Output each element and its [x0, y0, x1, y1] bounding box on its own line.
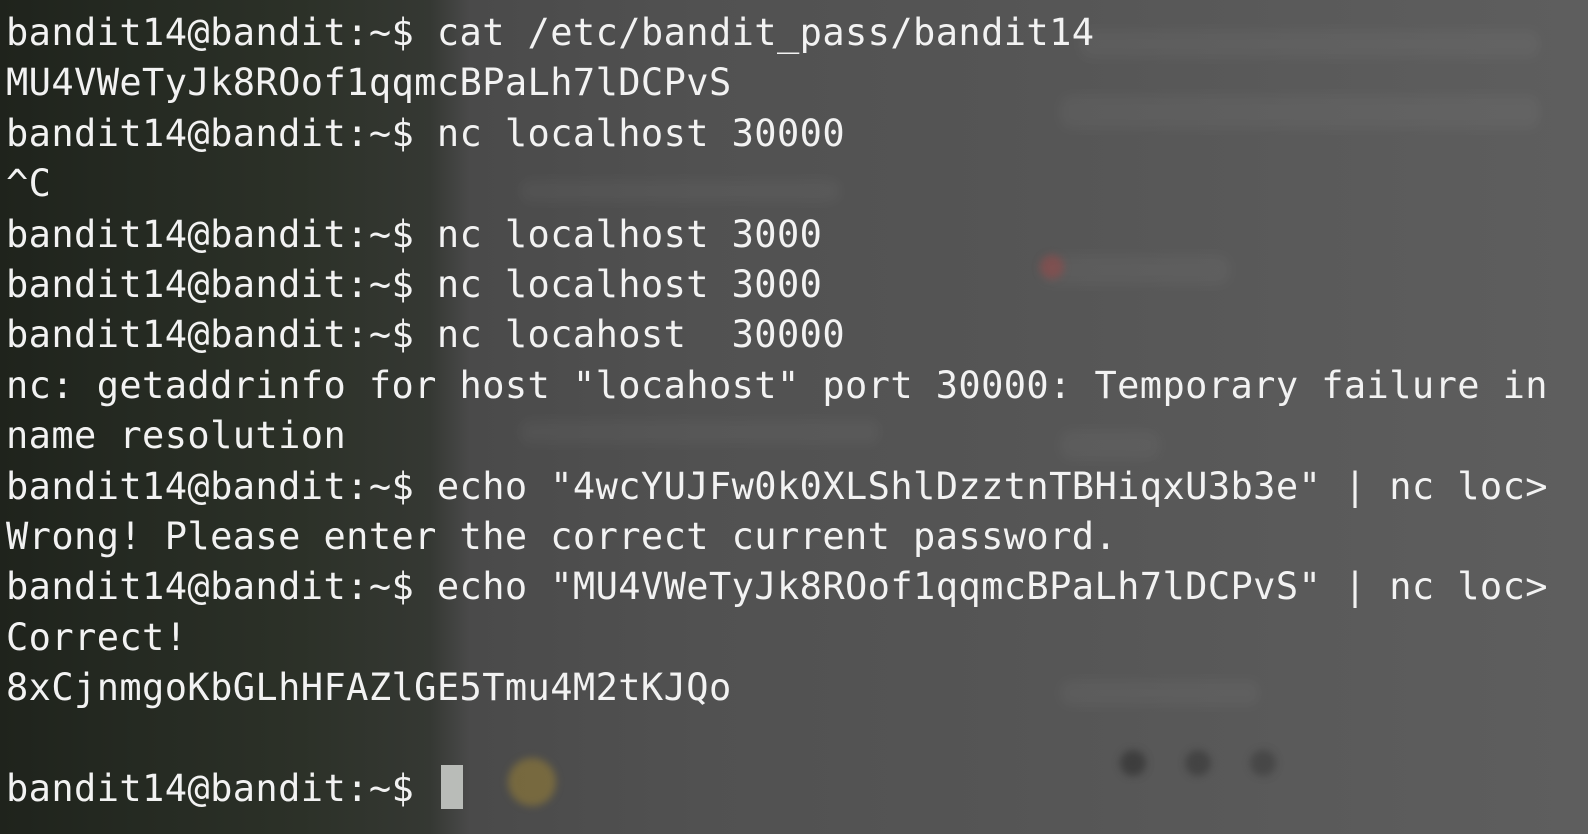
terminal-command-line: bandit14@bandit:~$ cat /etc/bandit_pass/…: [6, 8, 1588, 58]
shell-prompt: bandit14@bandit:~$: [6, 313, 437, 357]
text-cursor[interactable]: [440, 764, 463, 809]
terminal-command-line: bandit14@bandit:~$ nc locahost 30000: [6, 310, 1588, 360]
terminal-output-line: ^C: [6, 159, 1588, 209]
command-text: echo "MU4VWeTyJk8ROof1qqmcBPaLh7lDCPvS" …: [436, 565, 1548, 609]
shell-prompt: bandit14@bandit:~$: [6, 565, 437, 609]
terminal-output-line: name resolution: [6, 411, 1588, 461]
terminal-output-line: MU4VWeTyJk8ROof1qqmcBPaLh7lDCPvS: [6, 58, 1588, 108]
shell-prompt: bandit14@bandit:~$: [6, 111, 437, 155]
output-text: Wrong! Please enter the correct current …: [6, 514, 1118, 558]
command-text: cat /etc/bandit_pass/bandit14: [436, 11, 1095, 54]
output-text: name resolution: [6, 414, 347, 458]
shell-prompt: bandit14@bandit:~$: [6, 11, 437, 54]
terminal-output-line: Wrong! Please enter the correct current …: [6, 512, 1588, 562]
output-text: 8xCjnmgoKbGLhHFAZlGE5Tmu4M2tKJQo: [6, 666, 732, 710]
terminal-command-line: bandit14@bandit:~$ nc localhost 30000: [6, 109, 1588, 159]
output-text: ^C: [6, 162, 52, 206]
shell-prompt: bandit14@bandit:~$: [6, 464, 437, 508]
shell-prompt: bandit14@bandit:~$: [6, 262, 437, 306]
terminal-command-line: bandit14@bandit:~$ nc localhost 3000: [6, 260, 1588, 310]
command-text: nc localhost 3000: [436, 212, 823, 256]
terminal-command-line: bandit14@bandit:~$ echo "MU4VWeTyJk8ROof…: [6, 562, 1588, 612]
command-text: nc localhost 3000: [436, 262, 823, 306]
command-text: echo "4wcYUJFw0k0XLShlDzztnTBHiqxU3b3e" …: [436, 464, 1548, 508]
command-text: nc locahost 30000: [436, 313, 846, 357]
output-text: nc: getaddrinfo for host "locahost" port…: [6, 363, 1548, 407]
shell-prompt: bandit14@bandit:~$: [6, 766, 437, 810]
terminal-command-line: bandit14@bandit:~$ nc localhost 3000: [6, 210, 1588, 260]
output-text: Correct!: [6, 615, 188, 659]
command-text: nc localhost 30000: [436, 111, 846, 155]
terminal-output: bandit14@bandit:~$ cat /etc/bandit_pass/…: [6, 8, 1588, 814]
shell-prompt: bandit14@bandit:~$: [6, 212, 437, 256]
terminal-command-line: bandit14@bandit:~$: [6, 764, 1588, 814]
terminal-output-line: 8xCjnmgoKbGLhHFAZlGE5Tmu4M2tKJQo: [6, 663, 1588, 713]
terminal-command-line: bandit14@bandit:~$ echo "4wcYUJFw0k0XLSh…: [6, 462, 1588, 512]
output-text: MU4VWeTyJk8ROof1qqmcBPaLh7lDCPvS: [6, 61, 732, 105]
terminal-window[interactable]: bandit14@bandit:~$ cat /etc/bandit_pass/…: [0, 0, 1588, 834]
terminal-output-line: Correct!: [6, 613, 1588, 663]
terminal-output-line: nc: getaddrinfo for host "locahost" port…: [6, 361, 1588, 411]
